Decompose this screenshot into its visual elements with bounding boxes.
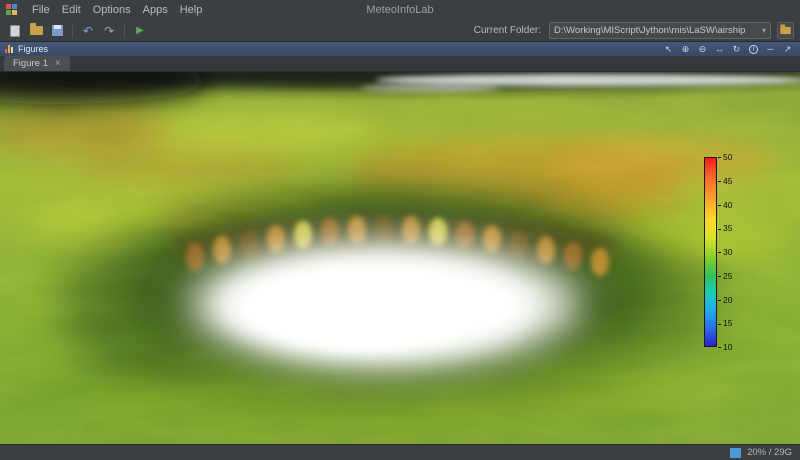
colorbar-gradient bbox=[704, 157, 717, 347]
zoom-in-icon: ⊕ bbox=[681, 43, 690, 54]
colorbar-tick-label: 35 bbox=[718, 223, 732, 233]
current-folder-combobox[interactable]: D:\Working\MIScript\Jython\mis\LaSW\airs… bbox=[549, 22, 771, 39]
float-panel-button[interactable]: ↗ bbox=[780, 43, 795, 55]
tab-figure-1[interactable]: Figure 1 × bbox=[4, 56, 70, 71]
run-icon: ▶ bbox=[136, 25, 144, 36]
close-icon[interactable]: × bbox=[55, 58, 61, 69]
menu-help[interactable]: Help bbox=[174, 3, 209, 17]
current-folder-value: D:\Working\MIScript\Jython\mis\LaSW\airs… bbox=[554, 25, 746, 36]
menu-apps[interactable]: Apps bbox=[137, 3, 174, 17]
pointer-tool-button[interactable]: ↖ bbox=[661, 43, 676, 55]
folder-icon bbox=[780, 24, 791, 35]
pan-icon: ↔ bbox=[715, 44, 724, 54]
colorbar-tick-label: 15 bbox=[718, 318, 732, 328]
menu-edit[interactable]: Edit bbox=[56, 3, 87, 17]
colorbar-tick-label: 10 bbox=[718, 342, 732, 352]
menu-file[interactable]: File bbox=[26, 3, 56, 17]
open-button[interactable] bbox=[27, 22, 45, 40]
volume-render-image bbox=[0, 72, 800, 444]
zoom-out-icon: ⊖ bbox=[698, 43, 707, 54]
tab-label: Figure 1 bbox=[13, 58, 48, 69]
colorbar-tick-label: 40 bbox=[718, 200, 732, 210]
figure-chart-icon bbox=[5, 45, 13, 53]
redo-icon: ↷ bbox=[103, 23, 115, 38]
save-icon bbox=[51, 25, 63, 36]
colorbar-tick-label: 25 bbox=[718, 271, 732, 281]
redo-button[interactable]: ↷ bbox=[100, 22, 118, 40]
current-folder-label: Current Folder: bbox=[473, 25, 541, 36]
identifier-info-button[interactable]: i bbox=[746, 43, 761, 55]
memory-indicator-icon bbox=[730, 447, 742, 458]
zoom-in-button[interactable]: ⊕ bbox=[678, 43, 693, 55]
new-file-icon bbox=[10, 24, 20, 37]
toolbar-separator bbox=[124, 23, 125, 38]
colorbar-tick-label: 20 bbox=[718, 295, 732, 305]
figure-toolbar: ↖ ⊕ ⊖ ↔ ↻ i ─ ↗ bbox=[661, 43, 795, 55]
figures-panel-header: Figures ↖ ⊕ ⊖ ↔ ↻ i ─ ↗ bbox=[0, 42, 800, 56]
undo-button[interactable]: ↶ bbox=[79, 22, 97, 40]
meteoinfolab-window: File Edit Options Apps Help MeteoInfoLab… bbox=[0, 0, 800, 460]
rotate-button[interactable]: ↻ bbox=[729, 43, 744, 55]
new-script-button[interactable] bbox=[6, 22, 24, 40]
save-button[interactable] bbox=[48, 22, 66, 40]
colorbar-tick-label: 30 bbox=[718, 247, 732, 257]
toolbar-separator bbox=[72, 23, 73, 38]
menu-bar: File Edit Options Apps Help MeteoInfoLab bbox=[0, 0, 800, 20]
browse-folder-button[interactable] bbox=[777, 22, 794, 39]
app-logo-icon bbox=[6, 4, 18, 16]
figure-tab-bar: Figure 1 × bbox=[0, 56, 800, 72]
info-icon: i bbox=[749, 44, 758, 54]
run-button[interactable]: ▶ bbox=[131, 22, 149, 40]
colorbar-tick-label: 45 bbox=[718, 176, 732, 186]
figures-panel-title: Figures bbox=[18, 44, 49, 54]
float-icon: ↗ bbox=[783, 43, 792, 54]
undo-icon: ↶ bbox=[82, 23, 94, 38]
colorbar: 50 45 40 35 30 25 20 15 10 bbox=[704, 152, 740, 352]
colorbar-labels: 50 45 40 35 30 25 20 15 10 bbox=[718, 152, 740, 352]
menu-options[interactable]: Options bbox=[87, 3, 137, 17]
pan-button[interactable]: ↔ bbox=[712, 43, 727, 55]
minimize-panel-button[interactable]: ─ bbox=[763, 43, 778, 55]
minimize-icon: ─ bbox=[767, 44, 774, 54]
status-bar: 20% / 29G bbox=[0, 444, 800, 460]
colorbar-tick-label: 50 bbox=[718, 152, 732, 162]
rotate-icon: ↻ bbox=[732, 43, 741, 54]
toolbar: ↶ ↷ ▶ Current Folder: D:\Working\MIScrip… bbox=[0, 20, 800, 42]
memory-usage-text: 20% / 29G bbox=[747, 447, 792, 458]
open-folder-icon bbox=[29, 23, 43, 35]
figure-canvas[interactable]: 50 45 40 35 30 25 20 15 10 bbox=[0, 72, 800, 444]
pointer-icon: ↖ bbox=[664, 43, 673, 54]
chevron-down-icon: ▾ bbox=[761, 26, 766, 35]
zoom-out-button[interactable]: ⊖ bbox=[695, 43, 710, 55]
